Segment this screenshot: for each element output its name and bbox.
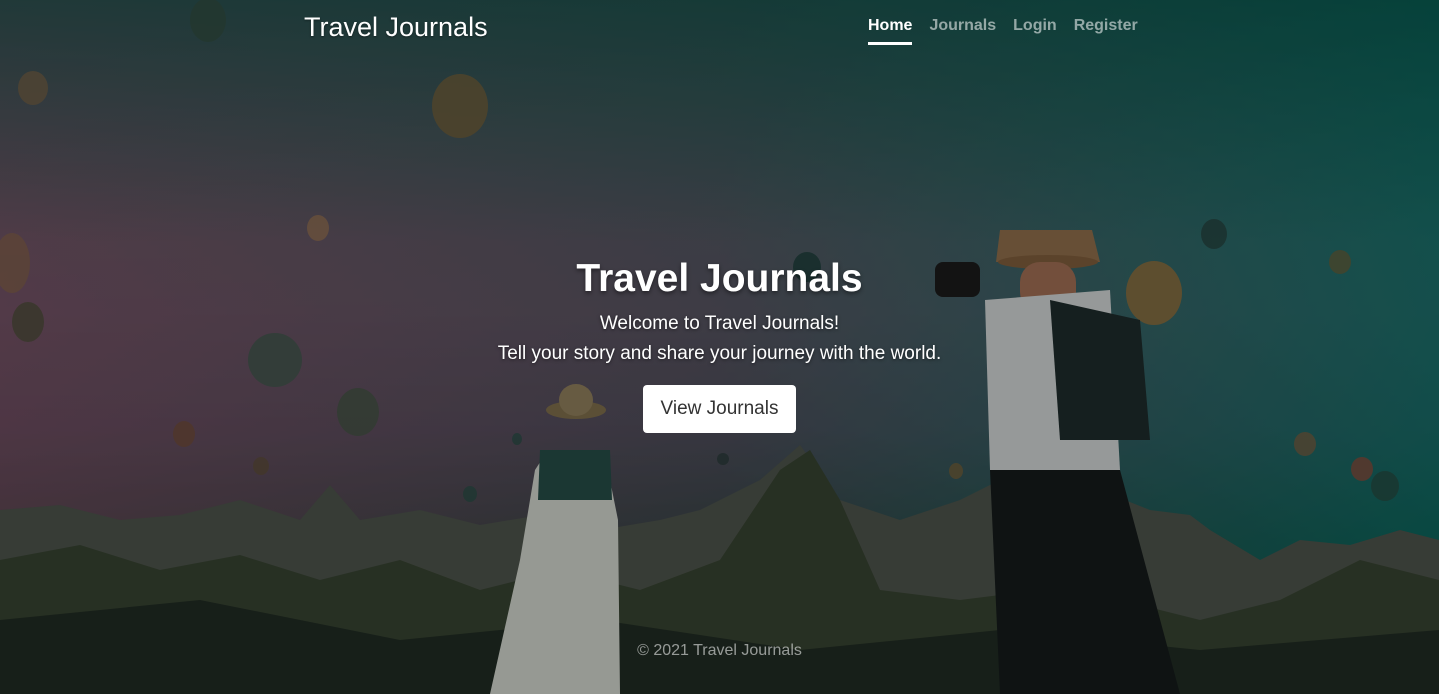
nav-link-journals[interactable]: Journals bbox=[929, 17, 996, 45]
hero-background: Travel Journals Home Journals Login Regi… bbox=[0, 0, 1439, 694]
hero-content: Travel Journals Welcome to Travel Journa… bbox=[0, 255, 1439, 433]
nav-link-register[interactable]: Register bbox=[1074, 17, 1138, 45]
hero-welcome-text: Welcome to Travel Journals! bbox=[599, 313, 840, 334]
nav-links: Home Journals Login Register bbox=[868, 17, 1138, 45]
top-navbar: Travel Journals Home Journals Login Regi… bbox=[0, 0, 1439, 56]
hero-title: Travel Journals bbox=[576, 257, 863, 300]
nav-link-home[interactable]: Home bbox=[868, 17, 913, 45]
brand-title[interactable]: Travel Journals bbox=[304, 12, 488, 43]
hero-tagline-text: Tell your story and share your journey w… bbox=[497, 343, 942, 364]
view-journals-button[interactable]: View Journals bbox=[642, 385, 797, 433]
nav-link-login[interactable]: Login bbox=[1013, 17, 1057, 45]
footer-copyright: © 2021 Travel Journals bbox=[637, 642, 802, 659]
